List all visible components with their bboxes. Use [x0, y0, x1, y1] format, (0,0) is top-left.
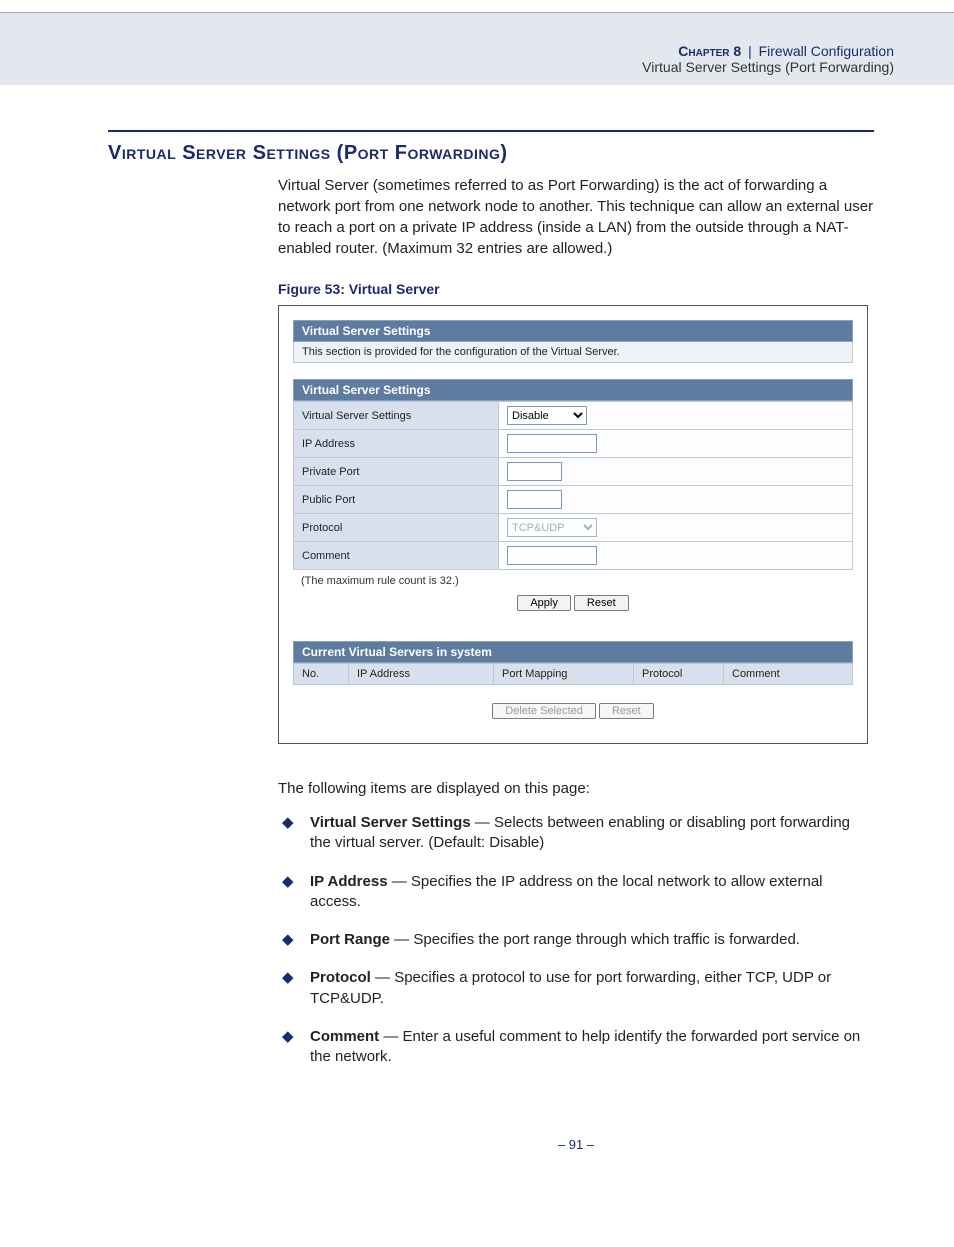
- col-port: Port Mapping: [494, 664, 634, 685]
- reset-list-button[interactable]: Reset: [599, 703, 654, 719]
- ip-address-input[interactable]: [507, 434, 597, 453]
- col-protocol: Protocol: [634, 664, 724, 685]
- item-term: Comment: [310, 1028, 379, 1045]
- item-term: Port Range: [310, 931, 390, 948]
- chapter-subtitle: Virtual Server Settings (Port Forwarding…: [0, 59, 894, 75]
- section-title: Virtual Server Settings (Port Forwarding…: [108, 142, 874, 165]
- item-term: IP Address: [310, 873, 388, 890]
- chapter-label: Chapter 8: [678, 43, 741, 59]
- items-lead: The following items are displayed on thi…: [278, 780, 874, 797]
- figure-screenshot: Virtual Server Settings This section is …: [278, 305, 868, 744]
- page-number: 91: [569, 1137, 583, 1152]
- item-term: Protocol: [310, 969, 371, 986]
- current-servers-header: Current Virtual Servers in system: [293, 641, 853, 663]
- col-comment: Comment: [724, 664, 853, 685]
- reset-button[interactable]: Reset: [574, 595, 629, 611]
- current-servers-table: No. IP Address Port Mapping Protocol Com…: [293, 663, 853, 685]
- list-item: IP Address — Specifies the IP address on…: [278, 872, 874, 913]
- panel-virtual-server-settings-header: Virtual Server Settings: [293, 320, 853, 342]
- chapter-title: Firewall Configuration: [759, 43, 894, 59]
- comment-input[interactable]: [507, 546, 597, 565]
- list-item: Comment — Enter a useful comment to help…: [278, 1027, 874, 1068]
- item-term: Virtual Server Settings: [310, 814, 471, 831]
- panel-form-header: Virtual Server Settings: [293, 379, 853, 401]
- public-port-input[interactable]: [507, 490, 562, 509]
- item-desc: Specifies a protocol to use for port for…: [310, 969, 831, 1006]
- private-port-input[interactable]: [507, 462, 562, 481]
- list-item: Virtual Server Settings — Selects betwee…: [278, 813, 874, 854]
- col-ip: IP Address: [349, 664, 494, 685]
- col-no: No.: [294, 664, 349, 685]
- ip-address-label: IP Address: [294, 430, 499, 458]
- section-divider: [108, 130, 874, 132]
- apply-button[interactable]: Apply: [517, 595, 571, 611]
- panel-description: This section is provided for the configu…: [293, 342, 853, 363]
- vs-settings-label: Virtual Server Settings: [294, 402, 499, 430]
- figure-caption: Figure 53: Virtual Server: [278, 281, 874, 297]
- intro-text: Virtual Server (sometimes referred to as…: [278, 175, 874, 259]
- list-item: Protocol — Specifies a protocol to use f…: [278, 968, 874, 1009]
- item-list: Virtual Server Settings — Selects betwee…: [278, 813, 874, 1067]
- max-rule-note: (The maximum rule count is 32.): [293, 570, 853, 589]
- public-port-label: Public Port: [294, 486, 499, 514]
- list-item: Port Range — Specifies the port range th…: [278, 930, 874, 950]
- separator: |: [748, 43, 752, 59]
- item-desc: Enter a useful comment to help identify …: [310, 1028, 860, 1065]
- item-desc: Specifies the port range through which t…: [413, 931, 800, 948]
- comment-label: Comment: [294, 542, 499, 570]
- protocol-label: Protocol: [294, 514, 499, 542]
- delete-selected-button[interactable]: Delete Selected: [492, 703, 596, 719]
- private-port-label: Private Port: [294, 458, 499, 486]
- settings-form: Virtual Server Settings Disable IP Addre…: [293, 401, 853, 570]
- page-header: Chapter 8 | Firewall Configuration Virtu…: [0, 12, 954, 85]
- protocol-select[interactable]: TCP&UDP: [507, 518, 597, 537]
- vs-settings-select[interactable]: Disable: [507, 406, 587, 425]
- page-footer: – 91 –: [278, 1137, 874, 1152]
